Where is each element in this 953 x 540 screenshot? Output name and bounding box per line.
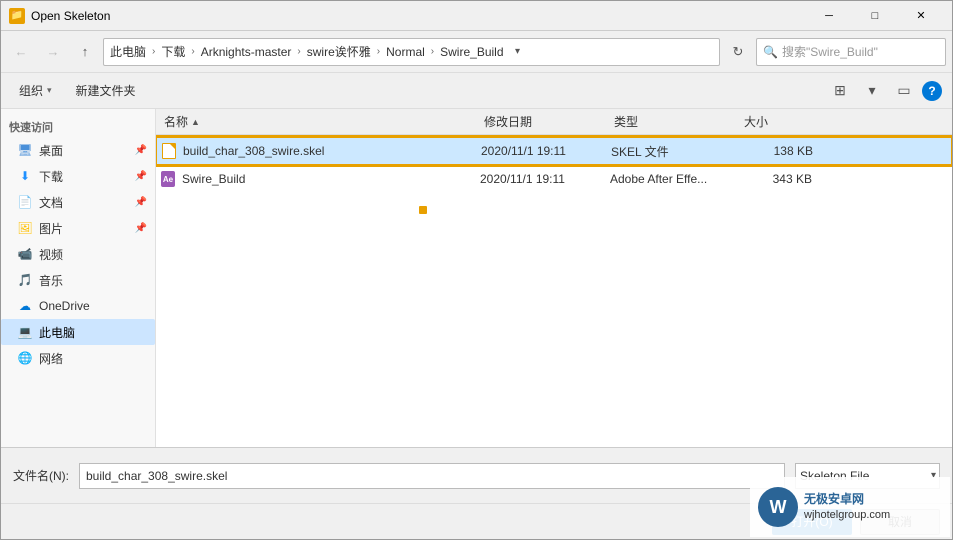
pin-icon: 📌: [135, 197, 147, 208]
column-name[interactable]: 名称 ▲: [160, 109, 480, 134]
breadcrumb-thispc[interactable]: 此电脑: [110, 43, 146, 60]
up-button[interactable]: ↑: [71, 38, 99, 66]
address-toolbar: ← → ↑ 此电脑 › 下载 › Arknights-master › swir…: [1, 31, 952, 73]
window: 📁 Open Skeleton ─ □ ✕ ← → ↑ 此电脑 › 下载 › A…: [0, 0, 953, 540]
search-box[interactable]: 🔍 搜索"Swire_Build": [756, 38, 946, 66]
pin-icon: 📌: [135, 145, 147, 156]
thispc-icon: 💻: [17, 324, 33, 340]
view-grid-button[interactable]: ⊞: [826, 78, 854, 104]
sidebar-item-thispc[interactable]: 💻 此电脑: [1, 319, 155, 345]
new-folder-button[interactable]: 新建文件夹: [68, 78, 144, 104]
pin-icon: 📌: [135, 171, 147, 182]
quick-access-label: 快速访问: [1, 113, 155, 137]
skel-file-icon: [161, 143, 177, 159]
column-type[interactable]: 类型: [610, 109, 740, 134]
documents-icon: 📄: [17, 194, 33, 210]
maximize-button[interactable]: □: [852, 1, 898, 31]
breadcrumb-arknights[interactable]: Arknights-master: [201, 45, 292, 59]
organize-chevron-icon: ▾: [47, 85, 52, 96]
column-headers: 名称 ▲ 修改日期 类型 大小: [156, 109, 952, 135]
filename-label: 文件名(N):: [13, 467, 69, 484]
file-row-skel[interactable]: build_char_308_swire.skel 2020/11/1 19:1…: [156, 137, 952, 165]
sort-asc-icon: ▲: [191, 117, 200, 127]
title-bar-controls: ─ □ ✕: [806, 1, 944, 31]
file-rows: build_char_308_swire.skel 2020/11/1 19:1…: [156, 135, 952, 447]
sidebar-item-onedrive[interactable]: ☁ OneDrive: [1, 293, 155, 319]
preview-pane-button[interactable]: ▭: [890, 78, 918, 104]
sidebar-item-documents[interactable]: 📄 文档 📌: [1, 189, 155, 215]
title-bar: 📁 Open Skeleton ─ □ ✕: [1, 1, 952, 31]
main-content: 快速访问 🖥 桌面 📌 ⬇ 下载 📌 📄 文档 📌 🖼 图片 📌: [1, 109, 952, 447]
window-title: Open Skeleton: [31, 9, 806, 23]
organize-button[interactable]: 组织 ▾: [11, 78, 60, 104]
pictures-icon: 🖼: [17, 220, 33, 236]
column-date[interactable]: 修改日期: [480, 109, 610, 134]
refresh-button[interactable]: ↻: [724, 38, 752, 66]
sidebar-item-videos[interactable]: 📹 视频: [1, 241, 155, 267]
breadcrumb-normal[interactable]: Normal: [386, 45, 425, 59]
back-button[interactable]: ←: [7, 38, 35, 66]
videos-icon: 📹: [17, 246, 33, 262]
breadcrumb-downloads[interactable]: 下载: [161, 43, 185, 60]
view-dropdown-button[interactable]: ▾: [858, 78, 886, 104]
minimize-button[interactable]: ─: [806, 1, 852, 31]
drag-indicator: [419, 206, 427, 214]
action-bar: 组织 ▾ 新建文件夹 ⊞ ▾ ▭ ?: [1, 73, 952, 109]
watermark: W 无极安卓网 wjhotelgroup.com: [750, 477, 950, 537]
desktop-icon: 🖥: [17, 142, 33, 158]
network-icon: 🌐: [17, 350, 33, 366]
watermark-text: 无极安卓网 wjhotelgroup.com: [804, 491, 890, 523]
pin-icon: 📌: [135, 223, 147, 234]
breadcrumb-swire-build[interactable]: Swire_Build: [440, 45, 503, 59]
sidebar: 快速访问 🖥 桌面 📌 ⬇ 下载 📌 📄 文档 📌 🖼 图片 📌: [1, 109, 156, 447]
address-bar[interactable]: 此电脑 › 下载 › Arknights-master › swire诶怀雅 ›…: [103, 38, 720, 66]
downloads-icon: ⬇: [17, 168, 33, 184]
forward-button[interactable]: →: [39, 38, 67, 66]
file-row-ae[interactable]: Ae Swire_Build 2020/11/1 19:11 Adobe Aft…: [156, 165, 952, 193]
breadcrumb-swire[interactable]: swire诶怀雅: [307, 43, 371, 60]
music-icon: 🎵: [17, 272, 33, 288]
view-controls: ⊞ ▾ ▭ ?: [826, 78, 942, 104]
sidebar-item-network[interactable]: 🌐 网络: [1, 345, 155, 371]
close-button[interactable]: ✕: [898, 1, 944, 31]
onedrive-icon: ☁: [17, 298, 33, 314]
help-button[interactable]: ?: [922, 81, 942, 101]
address-dropdown-button[interactable]: ▾: [508, 42, 528, 62]
column-size[interactable]: 大小: [740, 109, 820, 134]
sidebar-item-downloads[interactable]: ⬇ 下载 📌: [1, 163, 155, 189]
filename-input[interactable]: [79, 463, 785, 489]
sidebar-item-pictures[interactable]: 🖼 图片 📌: [1, 215, 155, 241]
sidebar-item-music[interactable]: 🎵 音乐: [1, 267, 155, 293]
sidebar-item-desktop[interactable]: 🖥 桌面 📌: [1, 137, 155, 163]
window-icon: 📁: [9, 8, 25, 24]
ae-file-icon: Ae: [160, 171, 176, 187]
watermark-logo: W: [758, 487, 798, 527]
file-list-area: 名称 ▲ 修改日期 类型 大小: [156, 109, 952, 447]
search-icon: 🔍: [763, 45, 778, 59]
